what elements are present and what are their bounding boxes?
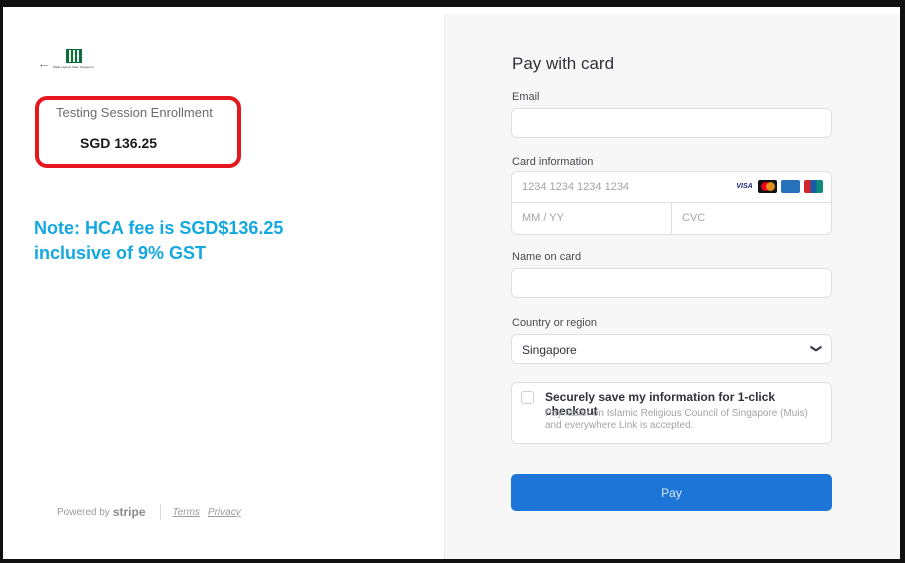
save-info-box: Securely save my information for 1-click…: [511, 382, 832, 444]
footer: Powered by stripe Terms Privacy: [57, 504, 249, 520]
country-label: Country or region: [512, 317, 597, 329]
arrow-left-icon[interactable]: ←: [37, 55, 51, 71]
save-info-description: Pay faster on Islamic Religious Council …: [545, 408, 808, 431]
email-label: Email: [512, 91, 540, 103]
powered-by-text: Powered by: [57, 506, 110, 518]
terms-link[interactable]: Terms: [173, 507, 200, 518]
name-on-card-label: Name on card: [512, 251, 582, 263]
footer-separator: [159, 504, 161, 520]
card-brands: VISA: [735, 180, 823, 193]
merchant-logo: Majlis Ugama Islam Singapura: [53, 49, 94, 69]
product-price: SGD 136.25: [80, 135, 158, 151]
pay-button[interactable]: Pay: [511, 474, 832, 511]
expiry-field[interactable]: MM / YY: [512, 203, 672, 234]
gst-note-line-1: Note: HCA fee is SGD$136.25: [34, 218, 284, 238]
country-value: Singapore: [522, 343, 577, 357]
stripe-logo[interactable]: stripe: [113, 505, 146, 519]
privacy-link[interactable]: Privacy: [208, 507, 241, 518]
card-number-placeholder: 1234 1234 1234 1234: [522, 181, 630, 193]
expiry-placeholder: MM / YY: [522, 212, 564, 224]
logo-emblem-icon: [66, 49, 82, 63]
unionpay-icon: [804, 180, 823, 193]
mastercard-icon: [758, 180, 777, 193]
chevron-down-icon: ❯: [809, 343, 822, 354]
card-info-group: 1234 1234 1234 1234 VISA MM / YY CVC: [511, 171, 832, 235]
cvc-field[interactable]: CVC: [672, 203, 831, 234]
product-name: Testing Session Enrollment: [56, 105, 213, 120]
amex-icon: [781, 180, 800, 193]
card-number-field[interactable]: 1234 1234 1234 1234 VISA: [512, 172, 831, 203]
gst-note-line-2: inclusive of 9% GST: [34, 243, 207, 263]
card-info-label: Card information: [512, 156, 594, 168]
name-on-card-field[interactable]: [511, 268, 832, 298]
email-field[interactable]: [511, 108, 832, 138]
logo-text: Majlis Ugama Islam Singapura: [53, 65, 94, 69]
cvc-placeholder: CVC: [682, 212, 706, 224]
visa-icon: VISA: [735, 180, 754, 193]
country-select[interactable]: Singapore ❯: [511, 334, 832, 364]
gst-note: Note: HCA fee is SGD$136.25 inclusive of…: [34, 216, 354, 266]
form-title: Pay with card: [512, 54, 615, 73]
save-info-checkbox[interactable]: [521, 391, 534, 404]
